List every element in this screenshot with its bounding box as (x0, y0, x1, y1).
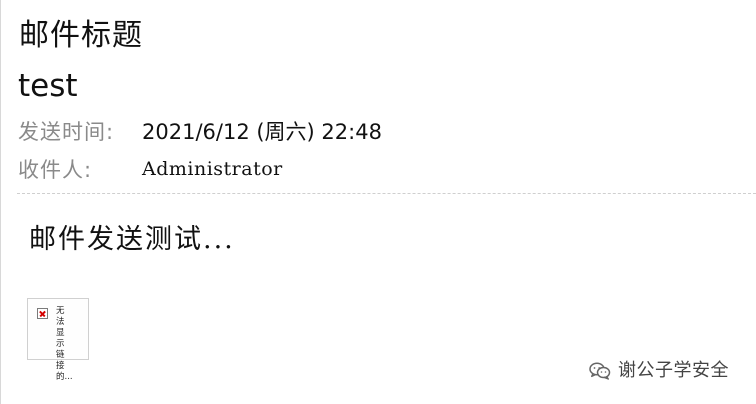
broken-image-icon (37, 308, 48, 319)
sent-time-value: 2021/6/12 (周六) 22:48 (142, 120, 382, 144)
recipient-value: Administrator (142, 158, 283, 180)
header-divider (17, 193, 756, 194)
left-border (0, 0, 1, 404)
email-body-text: 邮件发送测试... (29, 224, 235, 255)
sent-time-label: 发送时间: (18, 120, 115, 144)
email-subject: test (18, 68, 78, 104)
recipient-label: 收件人: (18, 158, 93, 182)
wechat-icon (588, 361, 612, 381)
email-title-label: 邮件标题 (19, 18, 143, 53)
watermark-text: 谢公子学安全 (618, 360, 729, 381)
email-preview-page: 邮件标题 test 发送时间: 2021/6/12 (周六) 22:48 收件人… (0, 0, 756, 404)
wechat-watermark: 谢公子学安全 (588, 359, 729, 383)
broken-linked-image[interactable]: 无法显示链接的... (27, 298, 89, 382)
broken-image-alt-text: 无法显示链接的... (56, 306, 73, 382)
